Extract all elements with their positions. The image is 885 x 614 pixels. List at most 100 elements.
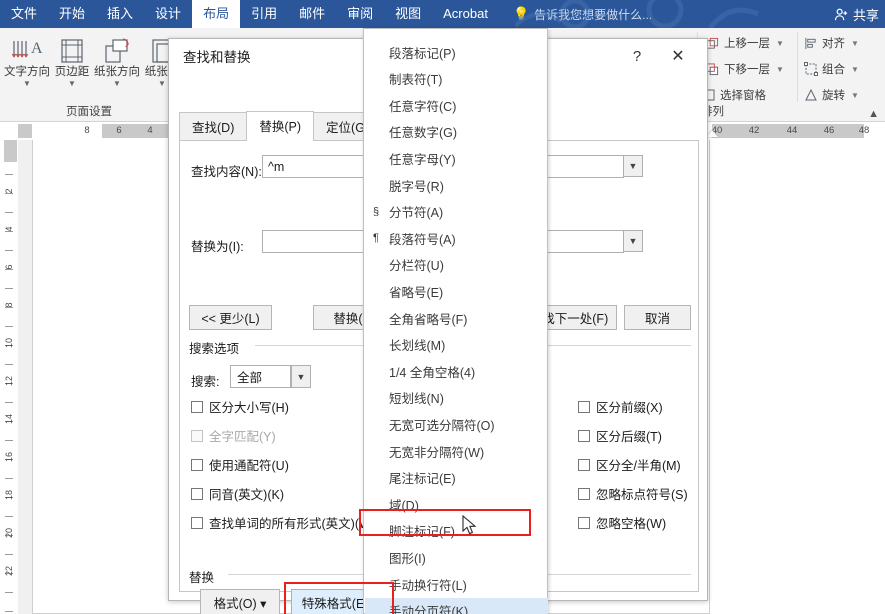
ribbon-tab-1[interactable]: 开始	[48, 0, 96, 28]
format-button[interactable]: 格式(O) ▾	[200, 589, 280, 614]
special-format-menu-item-5[interactable]: 脱字号(R)	[365, 172, 548, 198]
ribbon-button-rotate[interactable]: 旋转 ▼	[803, 87, 859, 103]
ruler-tick-label: 48	[858, 125, 870, 136]
chevron-down-icon[interactable]: ▼	[851, 91, 859, 100]
ribbon-tab-7[interactable]: 审阅	[336, 0, 384, 28]
ribbon-button-bring-forward[interactable]: 上移一层 ▼	[705, 35, 784, 51]
ribbon-label: 旋转	[822, 90, 845, 102]
ruler-tick	[5, 212, 13, 213]
special-format-menu-item-7[interactable]: ¶ 段落符号(A)	[365, 225, 548, 251]
checkbox-icon[interactable]	[578, 487, 590, 500]
special-format-menu-item-16[interactable]: 尾注标记(E)	[365, 465, 548, 491]
search-option-right-4[interactable]: 忽略空格(W)	[578, 513, 666, 532]
align-icon	[803, 36, 818, 51]
ruler-tick-label: 6	[116, 125, 122, 136]
search-scope-select[interactable]: 全部	[230, 365, 291, 388]
special-format-menu-item-19[interactable]: 图形(I)	[365, 544, 548, 570]
ruler-tick	[5, 250, 13, 251]
ribbon-tab-2[interactable]: 插入	[96, 0, 144, 28]
special-format-menu-item-6[interactable]: § 分节符(A)	[365, 199, 548, 225]
special-format-menu-item-9[interactable]: 省略号(E)	[365, 278, 548, 304]
special-format-menu-item-8[interactable]: 分栏符(U)	[365, 252, 548, 278]
menu-item-label: 脚注标记(F)	[389, 525, 455, 540]
search-option-left-4[interactable]: 查找单词的所有形式(英文)(W)	[191, 513, 375, 532]
ribbon-tab-9[interactable]: Acrobat	[432, 0, 499, 28]
ribbon-button-align[interactable]: 对齐 ▼	[803, 35, 859, 51]
checkbox-icon[interactable]	[191, 400, 203, 413]
close-icon[interactable]: ✕	[663, 44, 693, 68]
ribbon-tab-5[interactable]: 引用	[240, 0, 288, 28]
ruler-tick	[5, 611, 13, 612]
search-option-left-3[interactable]: 同音(英文)(K)	[191, 484, 284, 503]
ribbon-tab-8[interactable]: 视图	[384, 0, 432, 28]
ruler-tick	[5, 516, 13, 517]
checkbox-icon[interactable]	[578, 516, 590, 529]
share-button[interactable]: 共享	[834, 0, 879, 28]
checkbox-label: 区分全/半角(M)	[596, 459, 681, 473]
chevron-down-icon[interactable]: ▼	[851, 65, 859, 74]
menu-item-glyph: §	[372, 205, 380, 218]
search-option-right-3[interactable]: 忽略标点符号(S)	[578, 484, 688, 503]
search-option-left-2[interactable]: 使用通配符(U)	[191, 455, 289, 474]
chevron-up-icon[interactable]: ▲	[868, 108, 879, 120]
menu-item-label: 手动分页符(K)	[389, 605, 469, 614]
ribbon-tab-6[interactable]: 邮件	[288, 0, 336, 28]
help-icon[interactable]: ?	[625, 44, 649, 68]
chevron-down-icon[interactable]: ▼	[776, 65, 784, 74]
checkbox-label: 查找单词的所有形式(英文)(W)	[209, 517, 375, 531]
ruler-tick-label: 18	[4, 490, 14, 501]
less-button[interactable]: << 更少(L)	[189, 305, 272, 330]
group-icon	[803, 62, 818, 77]
ribbon-tab-0[interactable]: 文件	[0, 0, 48, 28]
ribbon-tab-3[interactable]: 设计	[144, 0, 192, 28]
special-format-menu-item-17[interactable]: 域(D)	[365, 491, 548, 517]
search-option-left-0[interactable]: 区分大小写(H)	[191, 397, 289, 416]
chevron-down-icon[interactable]: ▼	[851, 39, 859, 48]
checkbox-icon[interactable]	[191, 458, 203, 471]
cancel-button[interactable]: 取消	[624, 305, 691, 330]
special-format-menu-item-15[interactable]: 无宽非分隔符(W)	[365, 438, 548, 464]
ribbon-tab-bar: 文件 开始 插入 设计 布局 引用 邮件 审阅 视图 Acrobat 💡 告诉我您想要做什么...…	[0, 0, 885, 28]
special-format-menu-item-0[interactable]: 段落标记(P)	[365, 39, 548, 65]
special-format-menu-item-4[interactable]: 任意字母(Y)	[365, 145, 548, 171]
checkbox-icon[interactable]	[191, 516, 203, 529]
checkbox-icon[interactable]	[578, 400, 590, 413]
find-combo-arrow[interactable]: ▼	[623, 155, 643, 177]
chevron-down-icon[interactable]: ▼	[776, 39, 784, 48]
ruler-tick	[5, 174, 13, 175]
dialog-tabs: 查找(D) 替换(P) 定位(G)	[179, 111, 383, 141]
checkbox-icon[interactable]	[191, 487, 203, 500]
special-format-menu-item-1[interactable]: 制表符(T)	[365, 66, 548, 92]
ribbon-button-send-backward[interactable]: 下移一层 ▼	[705, 61, 784, 77]
ribbon-button-group[interactable]: 组合 ▼	[803, 61, 859, 77]
search-scope-value: 全部	[237, 371, 263, 385]
search-option-right-0[interactable]: 区分前缀(X)	[578, 397, 663, 416]
special-format-menu-item-2[interactable]: 任意字符(C)	[365, 92, 548, 118]
ruler-tick-label: 12	[4, 376, 14, 387]
checkbox-icon[interactable]	[578, 429, 590, 442]
dialog-tab-1[interactable]: 替换(P)	[246, 111, 315, 141]
menu-item-label: 任意字母(Y)	[389, 152, 456, 167]
special-format-menu-item-11[interactable]: 长划线(M)	[365, 332, 548, 358]
special-format-menu-item-3[interactable]: 任意数字(G)	[365, 119, 548, 145]
special-format-menu-item-20[interactable]: 手动换行符(L)	[365, 571, 548, 597]
ribbon-tab-4[interactable]: 布局	[192, 0, 241, 28]
special-format-menu-item-18[interactable]: 脚注标记(F)	[365, 518, 548, 544]
search-scope-arrow[interactable]: ▼	[291, 365, 311, 388]
vertical-ruler[interactable]: 2 4 6 8 10 12 14 16 18 20 22	[0, 140, 18, 614]
search-option-right-1[interactable]: 区分后缀(T)	[578, 426, 662, 445]
document-page-right[interactable]	[710, 140, 885, 614]
special-format-menu-item-10[interactable]: 全角省略号(F)	[365, 305, 548, 331]
tell-me-box[interactable]: 💡 告诉我您想要做什么...	[513, 6, 652, 23]
ribbon-button-selection-pane[interactable]: 选择窗格	[701, 87, 766, 103]
checkbox-icon[interactable]	[578, 458, 590, 471]
special-format-menu-item-13[interactable]: 短划线(N)	[365, 385, 548, 411]
dialog-tab-0[interactable]: 查找(D)	[179, 112, 248, 141]
left-gutter	[18, 140, 32, 614]
menu-item-label: 制表符(T)	[389, 73, 443, 88]
replace-combo-arrow[interactable]: ▼	[623, 230, 643, 252]
search-option-right-2[interactable]: 区分全/半角(M)	[578, 455, 681, 474]
special-format-menu-item-14[interactable]: 无宽可选分隔符(O)	[365, 411, 548, 437]
special-format-menu-item-21[interactable]: 手动分页符(K)	[365, 597, 548, 614]
special-format-menu-item-12[interactable]: 1/4 全角空格(4)	[365, 358, 548, 384]
